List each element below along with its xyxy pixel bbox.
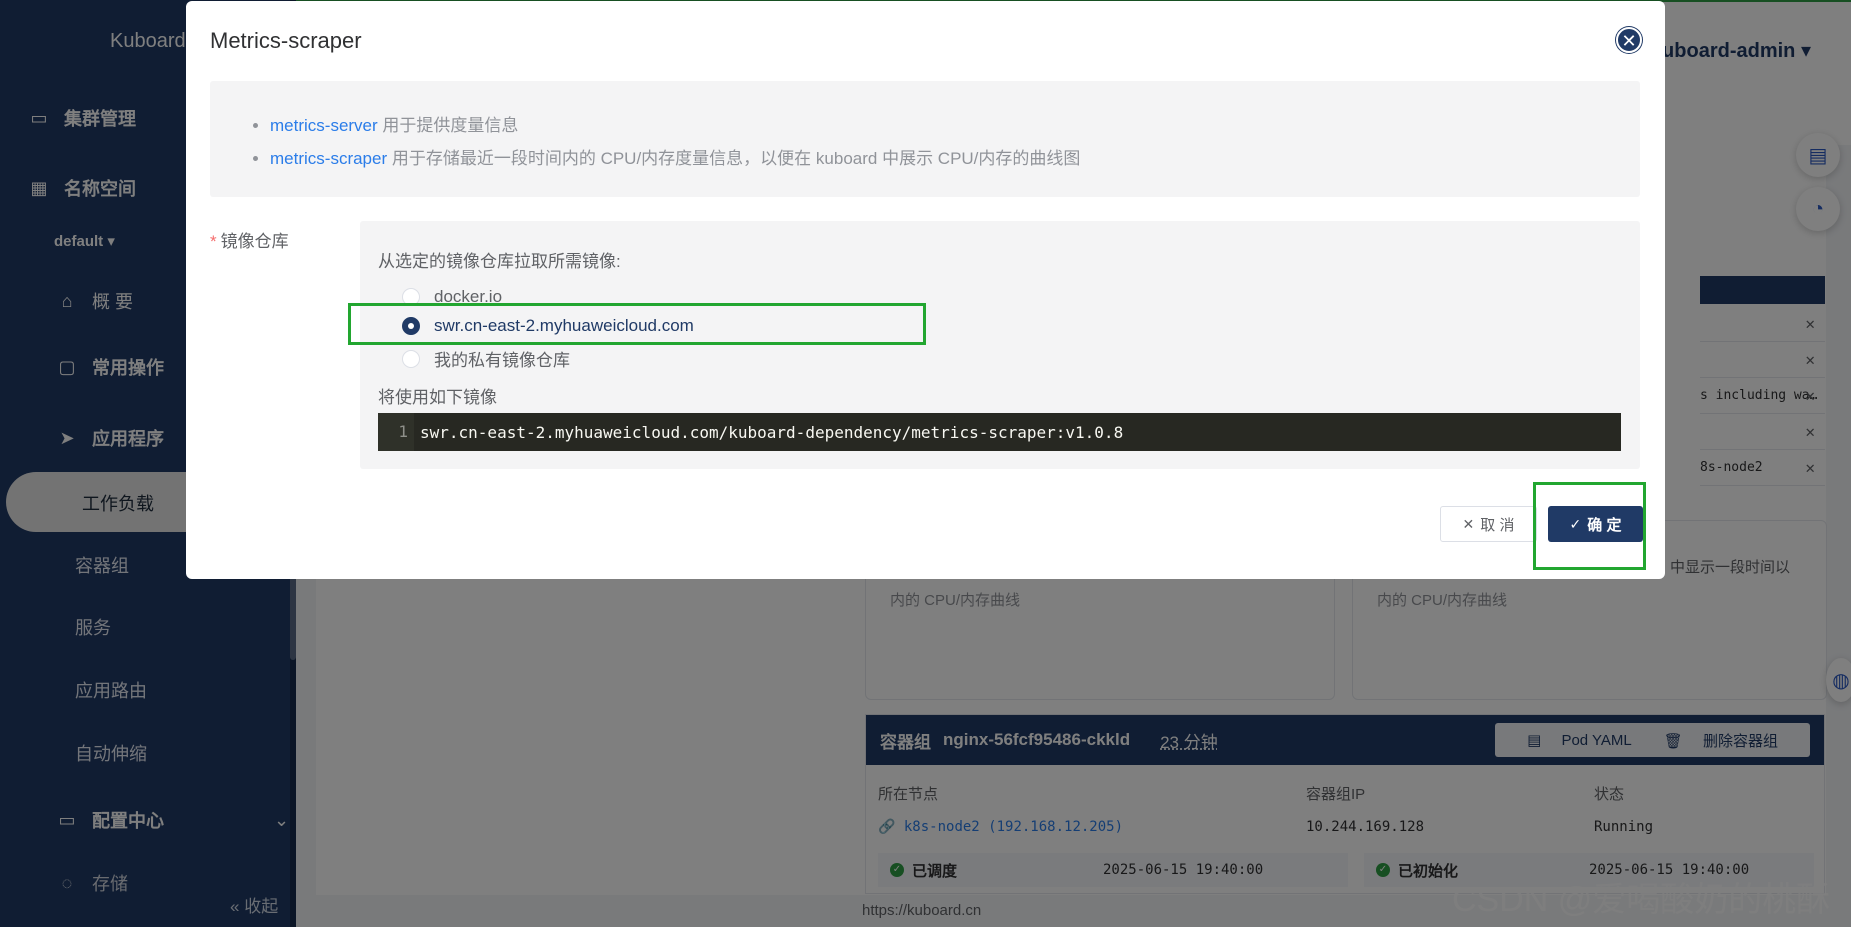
- metrics-server-link[interactable]: metrics-server: [270, 116, 378, 135]
- repo-panel: 从选定的镜像仓库拉取所需镜像: docker.io swr.cn-east-2.…: [360, 221, 1640, 469]
- highlight-box: [348, 303, 926, 345]
- image-label: 将使用如下镜像: [378, 388, 497, 407]
- info-item: metrics-scraper 用于存储最近一段时间内的 CPU/内存度量信息，…: [270, 144, 1640, 169]
- line-number: 1: [378, 413, 414, 451]
- repo-label: * 镜像仓库: [210, 232, 289, 251]
- info-box: metrics-server 用于提供度量信息 metrics-scraper …: [210, 81, 1640, 197]
- info-item: metrics-server 用于提供度量信息: [270, 111, 1640, 136]
- radio-private-repo[interactable]: 我的私有镜像仓库: [402, 346, 570, 371]
- radio-button[interactable]: [402, 349, 420, 368]
- repo-tip: 从选定的镜像仓库拉取所需镜像:: [378, 252, 621, 271]
- image-code-block: 1 swr.cn-east-2.myhuaweicloud.com/kuboar…: [378, 413, 1621, 451]
- close-dialog-button[interactable]: ✕: [1616, 27, 1642, 53]
- image-name: swr.cn-east-2.myhuaweicloud.com/kuboard-…: [420, 422, 1124, 442]
- dialog-title: Metrics-scraper: [210, 28, 362, 53]
- close-icon: ✕: [1462, 515, 1475, 532]
- close-icon: ✕: [1621, 31, 1637, 51]
- metrics-scraper-dialog: Metrics-scraper ✕ metrics-server 用于提供度量信…: [186, 1, 1665, 579]
- metrics-scraper-link[interactable]: metrics-scraper: [270, 149, 387, 168]
- cancel-button[interactable]: ✕ 取 消: [1440, 506, 1537, 542]
- highlight-box: [1533, 482, 1646, 570]
